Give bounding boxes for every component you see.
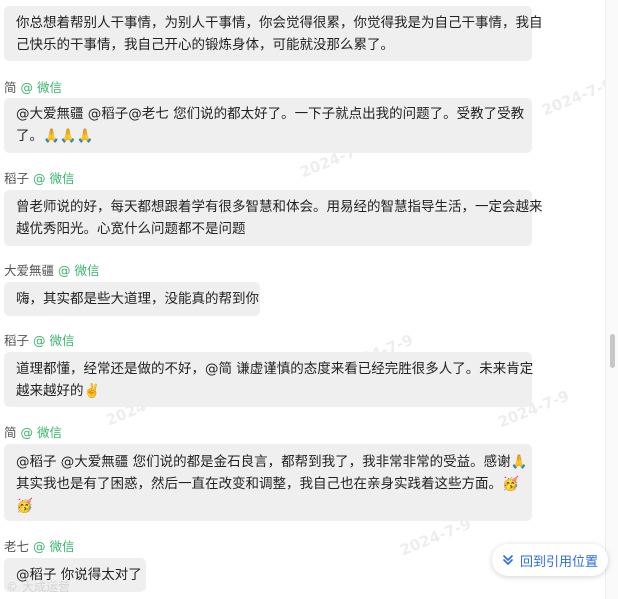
watermark: 2024-7-9 <box>397 514 474 560</box>
footer-watermark: © 大成运营 <box>6 578 70 595</box>
copyright-icon: © <box>6 579 18 594</box>
message-text: 嗨，其实都是些大道理，没能真的帮到你 <box>16 291 259 307</box>
message-bubble: 道理都懂，经常还是做的不好，@简 谦虚谨慎的态度来看已经完胜很多人了。未来肯定 … <box>4 352 534 407</box>
message-bubble: 嗨，其实都是些大道理，没能真的帮到你 <box>4 282 260 316</box>
message-text: 道理都懂，经常还是做的不好，@简 谦虚谨慎的态度来看已经完胜很多人了。未来肯定 <box>16 361 534 377</box>
sender-name[interactable]: 稻子 @ 微信 <box>4 168 74 187</box>
sender-name[interactable]: 稻子 @ 微信 <box>4 330 74 349</box>
sender-name[interactable]: 老七 @ 微信 <box>4 536 74 555</box>
sender-source: @ 微信 <box>20 425 62 440</box>
scrollbar[interactable] <box>605 0 618 599</box>
message-text: 了。🙏🙏🙏 <box>16 128 94 144</box>
message-bubble: 曾老师说的好，每天都想跟着学有很多智慧和体会。用易经的智慧指导生活，一定会越来 … <box>4 190 543 246</box>
sender-name[interactable]: 简 @ 微信 <box>4 77 62 96</box>
message-text: @大爱無疆 @稻子@老七 您们说的都太好了。一下子就点出我的问题了。受教了受教 <box>16 106 525 122</box>
message-bubble: @稻子 @大爱無疆 您们说的都是金石良言，都帮到我了，我非常非常的受益。感谢🙏 … <box>4 444 532 521</box>
back-to-quote-label: 回到引用位置 <box>519 554 598 570</box>
double-chevron-down-icon <box>502 554 514 566</box>
footer-watermark-text: 大成运营 <box>22 580 71 594</box>
message-text: 你总想着帮别人干事情，为别人干事情，你会觉得很累，你觉得我是为自己干事情，我自 <box>16 15 543 31</box>
back-to-quote-button[interactable]: 回到引用位置 <box>492 544 608 576</box>
sender-name-text: 简 <box>4 80 17 95</box>
message-bubble: 你总想着帮别人干事情，为别人干事情，你会觉得很累，你觉得我是为自己干事情，我自 … <box>4 6 543 61</box>
sender-name-text: 稻子 <box>4 171 30 186</box>
sender-name-text: 简 <box>4 425 17 440</box>
sender-source: @ 微信 <box>20 80 62 95</box>
message-text: 其实我也是有了困惑，然后一直在改变和调整，我自己也在亲身实践着这些方面。🥳 <box>16 476 519 492</box>
sender-name[interactable]: 大爱無疆 @ 微信 <box>4 260 99 279</box>
scrollbar-thumb[interactable] <box>610 334 615 368</box>
sender-name-text: 稻子 <box>4 333 30 348</box>
sender-name-text: 老七 <box>4 539 30 554</box>
sender-source: @ 微信 <box>33 539 75 554</box>
message-bubble: @大爱無疆 @稻子@老七 您们说的都太好了。一下子就点出我的问题了。受教了受教 … <box>4 98 532 153</box>
message-text: @稻子 @大爱無疆 您们说的都是金石良言，都帮到我了，我非常非常的受益。感谢🙏 <box>16 454 528 470</box>
message-text: 越优秀阳光。心宽什么问题都不是问题 <box>16 221 246 237</box>
message-text: 🥳 <box>16 498 33 514</box>
message-text: 己快乐的干事情，我自己开心的锻炼身体，可能就没那么累了。 <box>16 37 394 53</box>
sender-source: @ 微信 <box>33 333 75 348</box>
sender-source: @ 微信 <box>33 171 75 186</box>
chat-message-list[interactable]: 2024-7-9 2024-7-9 2024-7-9 2024-7-9 2024… <box>0 0 616 599</box>
sender-source: @ 微信 <box>58 263 100 278</box>
sender-name-text: 大爱無疆 <box>4 263 55 278</box>
message-text: 越来越好的✌️ <box>16 383 101 399</box>
sender-name[interactable]: 简 @ 微信 <box>4 422 62 441</box>
message-text: 曾老师说的好，每天都想跟着学有很多智慧和体会。用易经的智慧指导生活，一定会越来 <box>16 199 543 215</box>
